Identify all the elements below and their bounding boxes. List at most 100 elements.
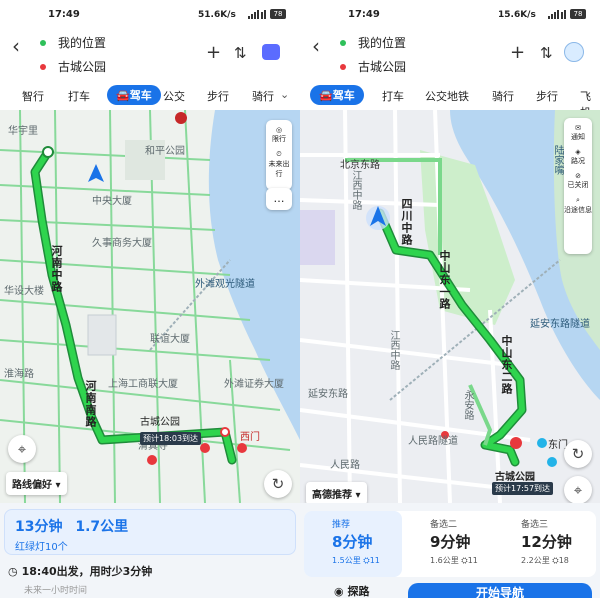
add-waypoint-button[interactable]: +	[510, 42, 525, 63]
tab-drive[interactable]: 🚘驾车	[310, 85, 364, 105]
road-label-henan-zhong: 河南中路	[50, 245, 63, 293]
route-distance: 1.7公里	[75, 519, 129, 535]
route-time: 13分钟	[15, 519, 63, 535]
right-screen: 17:49 15.6K/s 78 ‹ 我的位置 古城公园 + ⇅ 🚘驾车 打车 …	[300, 0, 600, 598]
route-option-distance: 2.2公里	[521, 556, 550, 565]
map-label-heping: 和平公园	[145, 146, 185, 157]
destination-field[interactable]: 古城公园	[340, 58, 406, 75]
map-label-zhongyang: 中央大厦	[92, 196, 132, 207]
route-option-time: 8分钟	[332, 533, 373, 551]
route-option-1[interactable]: 推荐 8分钟 1.5公里 ⛭11	[304, 511, 402, 577]
locate-button[interactable]: ⌖	[564, 476, 592, 503]
tab-drive[interactable]: 🚘驾车	[107, 85, 161, 105]
route-option-tag: 推荐	[332, 520, 351, 530]
back-button[interactable]: ‹	[312, 34, 320, 58]
status-bar: 17:49 15.6K/s 78	[300, 0, 600, 30]
add-waypoint-button[interactable]: +	[206, 42, 221, 63]
explore-button[interactable]: ◉ 探路	[334, 583, 369, 598]
origin-dot-icon	[40, 39, 46, 46]
back-button[interactable]: ‹	[12, 34, 20, 58]
road-label-zhongshan1: 中山东一路	[438, 250, 451, 310]
signal-icon	[248, 10, 266, 19]
origin-field[interactable]: 我的位置	[340, 34, 406, 51]
route-options-panel: 推荐 8分钟 1.5公里 ⛭11 备选二 9分钟 1.6公里 ⛭11 备选三 1…	[300, 503, 600, 598]
future-travel-button[interactable]: ⏲ 未来出行	[266, 150, 292, 179]
road-label-zhongshan2: 中山东二路	[500, 335, 513, 395]
swap-button[interactable]: ⇅	[234, 44, 247, 62]
traffic-button[interactable]: ◈ 路况	[564, 148, 592, 166]
tabs-more-icon[interactable]: ⌄	[280, 88, 289, 101]
route-search-bar: ‹ 我的位置 古城公园 + ⇅	[0, 30, 300, 80]
route-card[interactable]: 13分钟 1.7公里 红绿灯10个	[4, 509, 296, 555]
map-view[interactable]: 北京东路 江西中路 四川中路 中山东一路 中山东二路 江西中路 延安东路 延安东…	[300, 110, 600, 503]
map-label-jiangxi2: 江西中路	[388, 330, 399, 370]
map-label-lianyi: 联谊大厦	[150, 334, 190, 345]
eta-bubble: 预计18:03到达	[140, 432, 202, 445]
assistant-avatar-icon[interactable]	[564, 42, 584, 62]
refresh-button[interactable]: ↻	[264, 470, 292, 498]
notify-button[interactable]: ✉ 通知	[564, 124, 592, 142]
tab-transit[interactable]: 公交地铁	[425, 88, 469, 104]
route-lights: 红绿灯10个	[15, 542, 68, 553]
status-bar: 17:49 51.6K/s 78	[0, 0, 300, 30]
tab-bike[interactable]: 骑行	[492, 88, 514, 104]
status-time: 17:49	[348, 9, 380, 20]
route-info-panel: 13分钟 1.7公里 红绿灯10个 ◷ 18:40出发，用时少3分钟 未来一小时…	[0, 503, 300, 598]
notify-label: 通知	[571, 133, 585, 141]
map-label-jiushi: 久事商务大厦	[92, 238, 152, 249]
route-preference-chip[interactable]: 高德推荐 ▾	[306, 482, 367, 503]
explore-label: 探路	[347, 585, 370, 598]
map-label-beijing: 北京东路	[340, 160, 380, 171]
limit-button[interactable]: ◎ 限行	[266, 126, 292, 144]
assistant-icon[interactable]	[262, 44, 280, 60]
route-option-tag: 备选二	[430, 520, 458, 530]
tab-walk[interactable]: 步行	[536, 88, 558, 104]
route-preference-label: 路线偏好	[12, 480, 52, 491]
destination-text: 古城公园	[58, 60, 107, 74]
refresh-button[interactable]: ↻	[564, 440, 592, 468]
transport-tabs: 🚘驾车 打车 公交地铁 骑行 步行 飞机	[300, 84, 600, 119]
status-time: 17:49	[48, 9, 80, 20]
depart-later-row[interactable]: ◷ 18:40出发，用时少3分钟	[8, 563, 152, 579]
network-speed: 15.6K/s	[498, 10, 536, 20]
search-along-button[interactable]: ⌕ 沿途信息	[564, 196, 592, 215]
locate-button[interactable]: ⌖	[8, 435, 36, 463]
tab-taxi[interactable]: 打车	[68, 88, 90, 104]
map-label-renmin-tunnel: 人民路隧道	[408, 436, 458, 447]
transport-tabs: 智行 打车 🚘驾车 公交 步行 骑行 ⌄	[0, 84, 300, 110]
route-option-lights: 18	[558, 556, 569, 565]
map-view[interactable]: 华宇里 和平公园 中央大厦 久事商务大厦 华设大楼 外滩观光隧道 联谊大厦 上海…	[0, 110, 300, 503]
road-label-henan-nan: 河南南路	[84, 380, 97, 428]
swap-button[interactable]: ⇅	[540, 44, 553, 62]
tab-bike[interactable]: 骑行	[252, 88, 274, 104]
route-option-tag: 备选三	[521, 520, 549, 530]
route-preference-chip[interactable]: 路线偏好 ▾	[6, 472, 67, 495]
tab-smart[interactable]: 智行	[22, 88, 44, 104]
route-option-time: 9分钟	[430, 533, 471, 551]
route-option-2[interactable]: 备选二 9分钟 1.6公里 ⛭11	[402, 511, 499, 577]
destination-dot-icon	[40, 63, 46, 70]
signal-icon	[548, 10, 566, 19]
battery-icon: 78	[570, 9, 586, 19]
clock-icon: ◷	[8, 564, 18, 578]
route-option-3[interactable]: 备选三 12分钟 2.2公里 ⛭18	[499, 511, 596, 577]
more-tools-button[interactable]: …	[266, 188, 292, 210]
origin-text: 我的位置	[58, 36, 107, 50]
eta-bubble: 预计17:57到达	[492, 482, 554, 495]
explore-icon: ◉	[334, 585, 344, 598]
tab-walk[interactable]: 步行	[207, 88, 229, 104]
origin-dot-icon	[340, 39, 346, 46]
traffic-label: 路况	[571, 157, 585, 165]
tab-taxi[interactable]: 打车	[382, 88, 404, 104]
origin-field[interactable]: 我的位置	[40, 34, 106, 51]
side-tool-panel: ◎ 限行 ⏲ 未来出行	[266, 120, 292, 190]
start-navigation-button[interactable]: 开始导航	[408, 583, 592, 598]
map-label-huaihai: 淮海路	[4, 369, 34, 380]
map-label-gucheng: 古城公园	[495, 472, 535, 483]
destination-field[interactable]: 古城公园	[40, 58, 106, 75]
future-hint: 未来一小时时间	[24, 586, 88, 596]
limit-button[interactable]: ⊘ 已关闭	[564, 172, 592, 190]
road-label-sichuan: 四川中路	[400, 198, 413, 246]
route-option-distance: 1.6公里	[430, 556, 459, 565]
tab-transit[interactable]: 公交	[163, 88, 185, 104]
